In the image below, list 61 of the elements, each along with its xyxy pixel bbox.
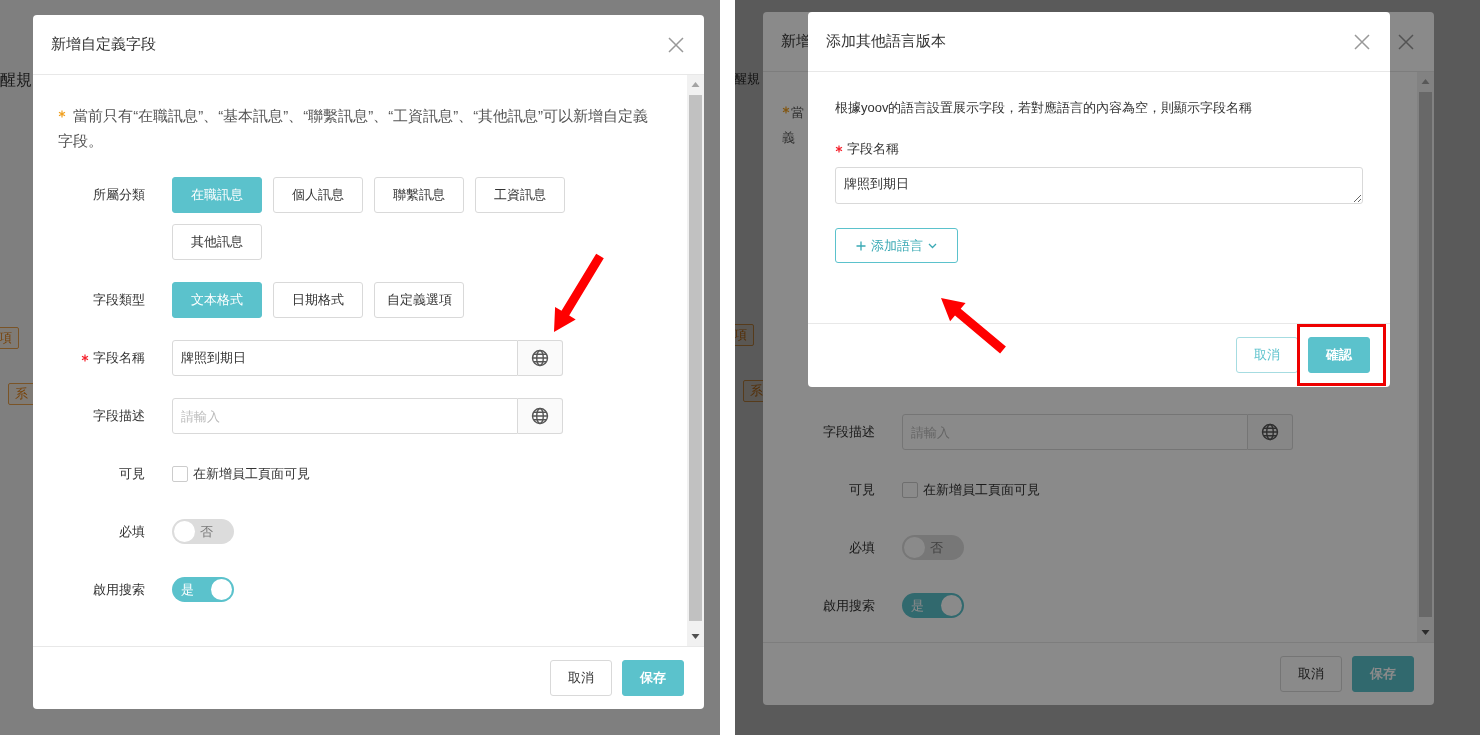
- chevron-down-icon: [928, 242, 937, 249]
- language-button[interactable]: [518, 398, 563, 434]
- confirm-button[interactable]: 確認: [1308, 337, 1370, 373]
- option-button[interactable]: 聯繫訊息: [374, 177, 464, 213]
- language-button[interactable]: [1248, 414, 1293, 450]
- field-label: 字段名稱: [93, 349, 145, 367]
- cancel-button[interactable]: 取消: [1280, 656, 1342, 692]
- cancel-button[interactable]: 取消: [1236, 337, 1298, 373]
- add-language-button[interactable]: 添加語言: [835, 228, 958, 263]
- page-heading: 醒規: [0, 70, 32, 90]
- checkbox-label: 在新增員工頁面可見: [193, 465, 310, 483]
- text-input[interactable]: 請輸入: [172, 398, 518, 434]
- checkbox-label: 在新增員工頁面可見: [923, 481, 1040, 499]
- cancel-button[interactable]: 取消: [550, 660, 612, 696]
- option-button[interactable]: 個人訊息: [273, 177, 363, 213]
- field-label: 啟用搜索: [823, 597, 875, 615]
- language-button[interactable]: [518, 340, 563, 376]
- dialog-title: 新增自定義字段: [51, 35, 156, 54]
- field-label: 啟用搜索: [93, 581, 145, 599]
- tag: 系: [8, 383, 35, 405]
- option-button[interactable]: 其他訊息: [172, 224, 262, 260]
- field-label: 必填: [849, 539, 875, 557]
- toggle-switch[interactable]: 否: [172, 519, 234, 544]
- text-area[interactable]: 牌照到期日: [835, 167, 1363, 204]
- field-label: 可見: [849, 481, 875, 499]
- globe-icon: [531, 407, 549, 425]
- globe-icon: [1261, 423, 1279, 441]
- option-button[interactable]: 工資訊息: [475, 177, 565, 213]
- toggle-switch[interactable]: 是: [172, 577, 234, 602]
- field-label: 所屬分類: [93, 186, 145, 204]
- field-label: 必填: [119, 523, 145, 541]
- option-button[interactable]: 自定義選項: [374, 282, 464, 318]
- checkbox[interactable]: [172, 466, 188, 482]
- toggle-switch[interactable]: 是: [902, 593, 964, 618]
- option-button[interactable]: 文本格式: [172, 282, 262, 318]
- checkbox[interactable]: [902, 482, 918, 498]
- asterisk-icon: [58, 110, 66, 118]
- field-label: 可見: [119, 465, 145, 483]
- field-label: 字段名稱: [847, 140, 899, 158]
- confirm-button[interactable]: 保存: [1352, 656, 1414, 692]
- dialog-title: 添加其他語言版本: [826, 32, 946, 51]
- field-label: 字段描述: [93, 407, 145, 425]
- close-icon[interactable]: [1354, 33, 1370, 50]
- close-icon[interactable]: [668, 36, 684, 53]
- text-input[interactable]: 牌照到期日: [172, 340, 518, 376]
- confirm-button[interactable]: 保存: [622, 660, 684, 696]
- close-icon[interactable]: [1398, 33, 1414, 50]
- field-label: 字段描述: [823, 423, 875, 441]
- globe-icon: [531, 349, 549, 367]
- plus-icon: [856, 240, 866, 251]
- scrollbar[interactable]: [687, 75, 704, 646]
- page-heading: 醒規: [735, 70, 760, 88]
- notice-text: 當: [791, 105, 804, 120]
- scrollbar[interactable]: [1417, 72, 1434, 642]
- field-label: 字段類型: [93, 291, 145, 309]
- notice-text: 義: [782, 130, 795, 145]
- option-button[interactable]: 在職訊息: [172, 177, 262, 213]
- option-button[interactable]: 日期格式: [273, 282, 363, 318]
- notice-text: 當前只有“在職訊息”、“基本訊息”、“聯繫訊息”、“工資訊息”、“其他訊息”可以新增自定義字段。: [58, 106, 650, 151]
- asterisk-icon: [782, 106, 790, 114]
- description-text: 根據yoov的語言設置展示字段，若對應語言的內容為空，則顯示字段名稱: [835, 99, 1253, 117]
